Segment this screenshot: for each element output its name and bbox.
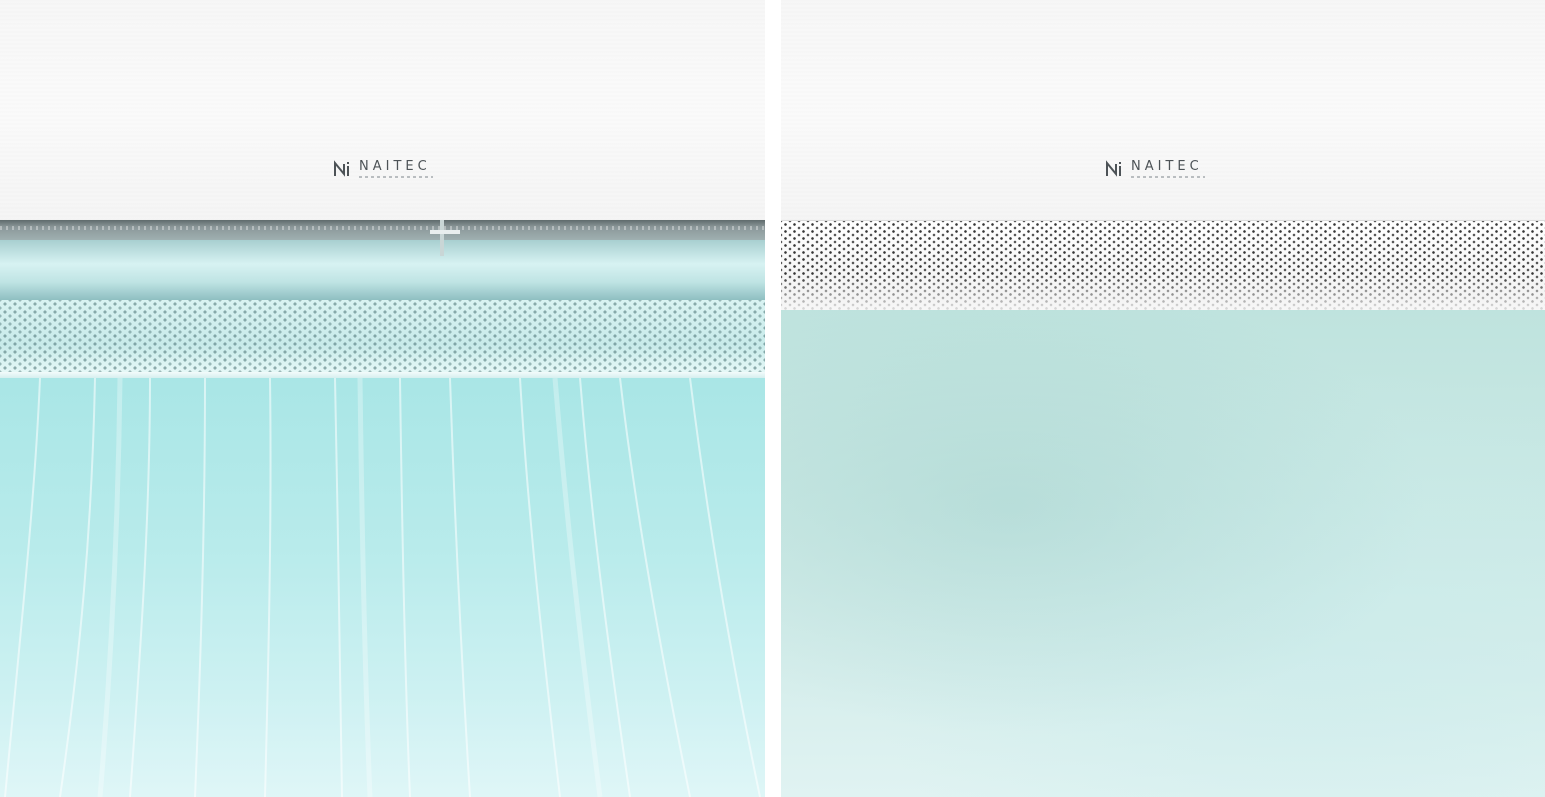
airflow — [0, 378, 765, 797]
brand-name: NAITEC — [359, 159, 431, 174]
louver-shading — [781, 275, 1545, 310]
brand-tagline-mark — [1131, 176, 1205, 178]
airflow-streaks — [4, 378, 761, 797]
louver-perforated — [0, 300, 765, 375]
wall-background — [781, 310, 1545, 797]
louver-clip-icon — [430, 220, 460, 256]
naitec-logo-icon — [1106, 160, 1121, 177]
naitec-logo-icon — [334, 160, 349, 177]
unit-seam — [0, 220, 765, 240]
ac-unit-body — [0, 0, 765, 220]
ac-unit-body — [781, 0, 1545, 220]
brand-tagline-mark — [359, 176, 433, 178]
ac-unit-closed-panel: NAITEC — [781, 0, 1545, 797]
unit-interior — [0, 240, 765, 300]
panel-divider — [765, 0, 781, 797]
brand-logo: NAITEC — [1105, 160, 1205, 178]
brand-name: NAITEC — [1131, 159, 1203, 174]
ac-unit-open-panel: NAITEC — [0, 0, 765, 797]
brand-logo: NAITEC — [333, 160, 433, 178]
